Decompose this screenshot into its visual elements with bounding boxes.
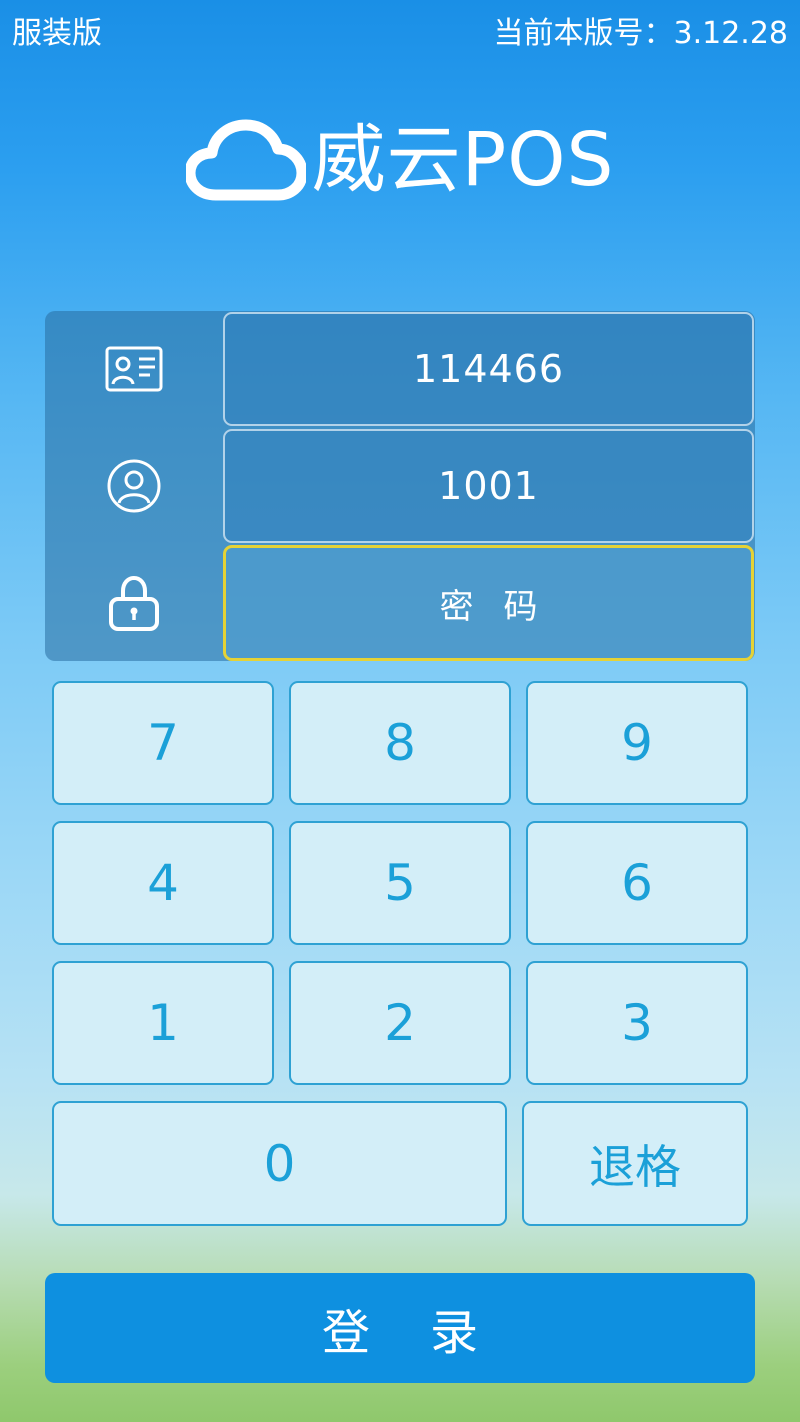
- version-label: 当前本版号：3.12.28: [493, 16, 788, 51]
- key-5[interactable]: 5: [289, 821, 511, 945]
- store-id-field[interactable]: 114466: [223, 312, 754, 426]
- key-4[interactable]: 4: [52, 821, 274, 945]
- key-6[interactable]: 6: [526, 821, 748, 945]
- cloud-icon: [185, 119, 306, 201]
- password-row-icon: [45, 545, 222, 661]
- id-card-icon: [105, 346, 162, 392]
- backspace-button[interactable]: 退格: [522, 1101, 748, 1226]
- password-field[interactable]: 密码: [223, 545, 754, 661]
- login-button[interactable]: 登录: [45, 1273, 755, 1383]
- store-row-icon: [45, 311, 222, 427]
- key-0[interactable]: 0: [52, 1101, 507, 1226]
- app-title: 威云POS: [311, 117, 615, 203]
- key-7[interactable]: 7: [52, 681, 274, 805]
- user-row-icon: [45, 428, 222, 544]
- key-9[interactable]: 9: [526, 681, 748, 805]
- user-icon: [107, 459, 160, 513]
- key-8[interactable]: 8: [289, 681, 511, 805]
- key-1[interactable]: 1: [52, 961, 274, 1085]
- edition-label: 服装版: [12, 16, 102, 51]
- key-2[interactable]: 2: [289, 961, 511, 1085]
- key-3[interactable]: 3: [526, 961, 748, 1085]
- user-id-field[interactable]: 1001: [223, 429, 754, 543]
- app-logo: 威云POS: [0, 110, 800, 210]
- lock-icon: [108, 575, 159, 631]
